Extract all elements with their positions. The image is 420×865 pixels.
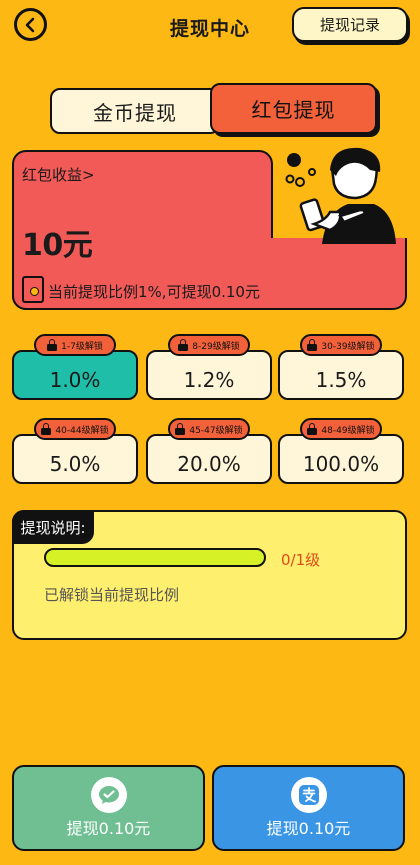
level-tag: 30-39级解锁 [300, 334, 382, 356]
level-progress-bar [44, 548, 266, 567]
level-tag: 45-47级解锁 [168, 418, 250, 440]
level-tag-label: 45-47级解锁 [189, 425, 243, 436]
level-tag-label: 40-44级解锁 [55, 425, 109, 436]
tab-redpack-withdraw[interactable]: 红包提现 [210, 83, 377, 134]
lock-icon [175, 423, 186, 435]
lock-icon [178, 339, 189, 351]
level-card-5[interactable]: 20.0% [146, 434, 272, 484]
level-ratio: 100.0% [302, 452, 380, 476]
lock-icon [307, 339, 318, 351]
level-tag: 8-29级解锁 [168, 334, 250, 356]
level-card-1[interactable]: 1.0% [12, 350, 138, 400]
level-tag: 40-44级解锁 [34, 418, 116, 440]
level-tag: 1-7级解锁 [34, 334, 116, 356]
wechat-withdraw-button[interactable]: 提现0.10元 [12, 765, 205, 851]
earnings-amount: 10元 [22, 228, 93, 263]
person-with-phone-illustration [285, 147, 396, 244]
header: 提现中心 提现记录 [0, 0, 420, 52]
lock-icon [47, 339, 58, 351]
alipay-withdraw-label: 提现0.10元 [266, 819, 351, 838]
explain-label: 提现说明: [12, 510, 94, 544]
level-ratio: 5.0% [49, 452, 101, 476]
level-tag: 48-49级解锁 [300, 418, 382, 440]
level-ratio: 1.2% [183, 368, 235, 392]
alipay-icon [290, 777, 327, 813]
wechat-withdraw-label: 提现0.10元 [66, 819, 151, 838]
tab-coin-withdraw[interactable]: 金币提现 [50, 88, 220, 134]
unlock-status-text: 已解锁当前提现比例 [44, 586, 180, 604]
earnings-title-link[interactable]: 红包收益> [22, 164, 95, 185]
level-card-2[interactable]: 1.2% [146, 350, 272, 400]
level-card-3[interactable]: 1.5% [278, 350, 404, 400]
level-tag-label: 8-29级解锁 [192, 341, 240, 352]
red-envelope-icon [22, 276, 44, 303]
level-tag-label: 48-49级解锁 [321, 425, 375, 436]
level-ratio: 20.0% [177, 452, 241, 476]
level-tag-label: 30-39级解锁 [321, 341, 375, 352]
level-ratio: 1.0% [49, 368, 101, 392]
level-card-6[interactable]: 100.0% [278, 434, 404, 484]
alipay-withdraw-button[interactable]: 提现0.10元 [212, 765, 405, 851]
earnings-ratio-text: 当前提现比例1%,可提现0.10元 [48, 283, 260, 301]
withdraw-tabs: 金币提现 红包提现 [50, 83, 377, 134]
level-progress-text: 0/1级 [281, 551, 321, 569]
level-ratio: 1.5% [315, 368, 367, 392]
wechat-pay-icon [90, 777, 127, 813]
lock-icon [307, 423, 318, 435]
level-tag-label: 1-7级解锁 [61, 341, 103, 352]
lock-icon [41, 423, 52, 435]
withdraw-record-button[interactable]: 提现记录 [292, 7, 408, 42]
level-card-4[interactable]: 5.0% [12, 434, 138, 484]
